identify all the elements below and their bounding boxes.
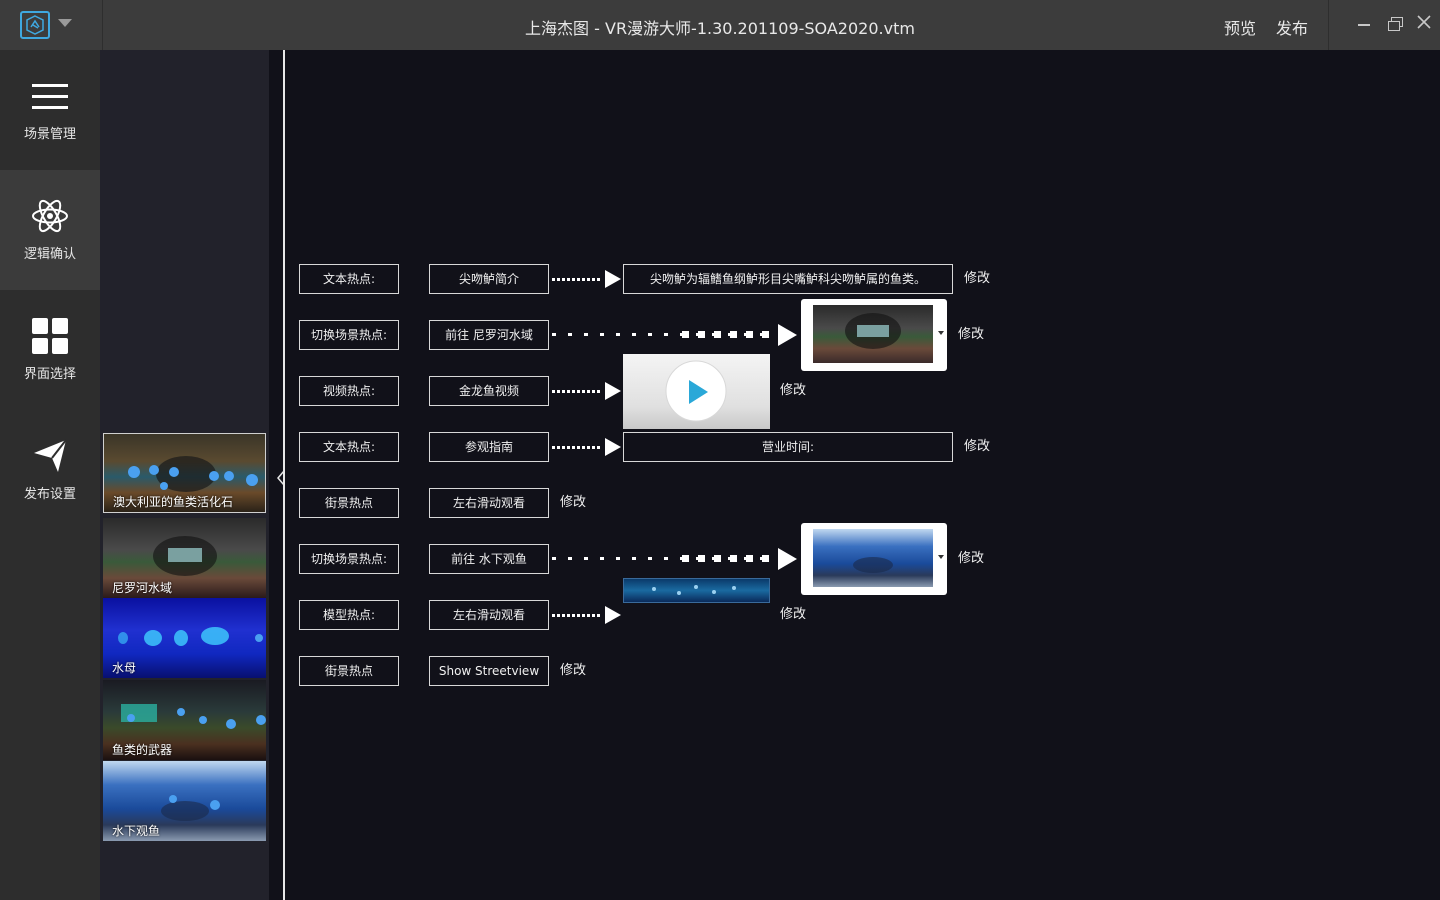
nav-publish-settings[interactable]: 发布设置 (0, 410, 100, 530)
connector-arrow-icon (605, 438, 621, 456)
connector-dots (552, 390, 600, 393)
target-scene-preview[interactable] (801, 299, 947, 371)
restore-icon (1388, 17, 1403, 31)
hotspot-name[interactable]: 参观指南 (429, 432, 549, 462)
hotspot-name[interactable]: 金龙鱼视频 (429, 376, 549, 406)
close-icon (1417, 15, 1431, 29)
edit-link[interactable]: 修改 (780, 376, 806, 406)
scene-name: 鱼类的武器 (112, 743, 173, 757)
dropdown-caret-icon (938, 331, 944, 335)
edit-link[interactable]: 修改 (780, 600, 806, 630)
hotspot-type-label: 视频热点: (299, 376, 399, 406)
scene-name: 水下观鱼 (112, 824, 161, 838)
edit-link[interactable]: 修改 (560, 656, 586, 686)
hotspot-name[interactable]: 前往 水下观鱼 (429, 544, 549, 574)
target-scene-preview[interactable] (801, 523, 947, 595)
scene-preview-image (813, 305, 933, 363)
hotspot-name[interactable]: 左右滑动观看 (429, 488, 549, 518)
edit-link[interactable]: 修改 (964, 264, 990, 294)
hotspot-type-label: 街景热点 (299, 488, 399, 518)
connector-arrow-icon (605, 382, 621, 400)
scene-name: 尼罗河水域 (112, 581, 173, 595)
minimize-button[interactable] (1354, 14, 1374, 34)
connector-dots (552, 331, 774, 338)
hotspot-type-label: 切换场景热点: (299, 320, 399, 350)
hotspot-name[interactable]: 尖吻鲈简介 (429, 264, 549, 294)
restore-button[interactable] (1384, 14, 1404, 34)
dropdown-caret-icon (938, 555, 944, 559)
nav-label: 场景管理 (23, 127, 76, 142)
edit-link[interactable]: 修改 (964, 432, 990, 462)
grid-icon (32, 318, 68, 354)
scene-thumbnail[interactable]: 尼罗河水域 (103, 518, 266, 598)
connector-arrow-icon (605, 606, 621, 624)
hotspot-name[interactable]: 左右滑动观看 (429, 600, 549, 630)
nav-logic-confirm[interactable]: 逻辑确认 (0, 170, 100, 290)
hotspot-type-label: 文本热点: (299, 432, 399, 462)
video-preview[interactable] (623, 354, 770, 429)
minimize-icon (1358, 24, 1370, 26)
hotspot-type-label: 文本热点: (299, 264, 399, 294)
connector-dots (552, 614, 600, 617)
hotspot-type-label: 切换场景热点: (299, 544, 399, 574)
connector-dots (552, 278, 600, 281)
scene-thumbnail[interactable]: 水母 (103, 598, 266, 678)
hotspot-name[interactable]: 前往 尼罗河水域 (429, 320, 549, 350)
play-icon (665, 360, 727, 422)
model-preview-image[interactable] (623, 578, 770, 603)
close-button[interactable] (1414, 14, 1434, 34)
connector-dots (552, 555, 774, 562)
connector-arrow-icon (778, 548, 797, 570)
scene-name: 水母 (112, 661, 137, 675)
scene-preview-image (813, 529, 933, 587)
collapse-arrow-icon[interactable] (276, 470, 286, 486)
edit-link[interactable]: 修改 (560, 488, 586, 518)
menu-icon (32, 84, 68, 109)
atom-icon (32, 199, 68, 233)
nav-scene-management[interactable]: 场景管理 (0, 50, 100, 170)
hotspot-type-label: 模型热点: (299, 600, 399, 630)
hotspot-text-content: 尖吻鲈为辐鳍鱼纲鲈形目尖嘴鲈科尖吻鲈属的鱼类。 (623, 264, 953, 294)
title-bar: 上海杰图 - VR漫游大师-1.30.201109-SOA2020.vtm 预览… (0, 0, 1440, 50)
scene-thumbnail[interactable]: 鱼类的武器 (103, 680, 266, 760)
edit-link[interactable]: 修改 (958, 544, 984, 574)
nav-label: 发布设置 (23, 487, 76, 502)
hotspot-name[interactable]: Show Streetview (429, 656, 549, 686)
nav-label: 逻辑确认 (23, 247, 76, 262)
titlebar-divider (1328, 0, 1329, 50)
publish-button[interactable]: 发布 (1276, 15, 1308, 39)
hotspot-type-label: 街景热点 (299, 656, 399, 686)
hotspot-text-content: 营业时间: (623, 432, 953, 462)
scene-list: 澳大利亚的鱼类活化石 尼罗河水域 水母 鱼类的武器 水下观鱼 (100, 50, 269, 900)
connector-arrow-icon (605, 270, 621, 288)
scene-thumbnail[interactable]: 水下观鱼 (103, 761, 266, 841)
edit-link[interactable]: 修改 (958, 320, 984, 350)
nav-ui-select[interactable]: 界面选择 (0, 290, 100, 410)
preview-button[interactable]: 预览 (1224, 15, 1256, 39)
nav-label: 界面选择 (23, 367, 76, 382)
scene-thumbnail[interactable]: 澳大利亚的鱼类活化石 (103, 433, 266, 513)
scene-name: 澳大利亚的鱼类活化石 (113, 495, 234, 509)
main-nav: 场景管理 逻辑确认 界面选择 发布设置 (0, 50, 100, 900)
connector-arrow-icon (778, 324, 797, 346)
send-icon (34, 439, 67, 472)
connector-dots (552, 446, 600, 449)
